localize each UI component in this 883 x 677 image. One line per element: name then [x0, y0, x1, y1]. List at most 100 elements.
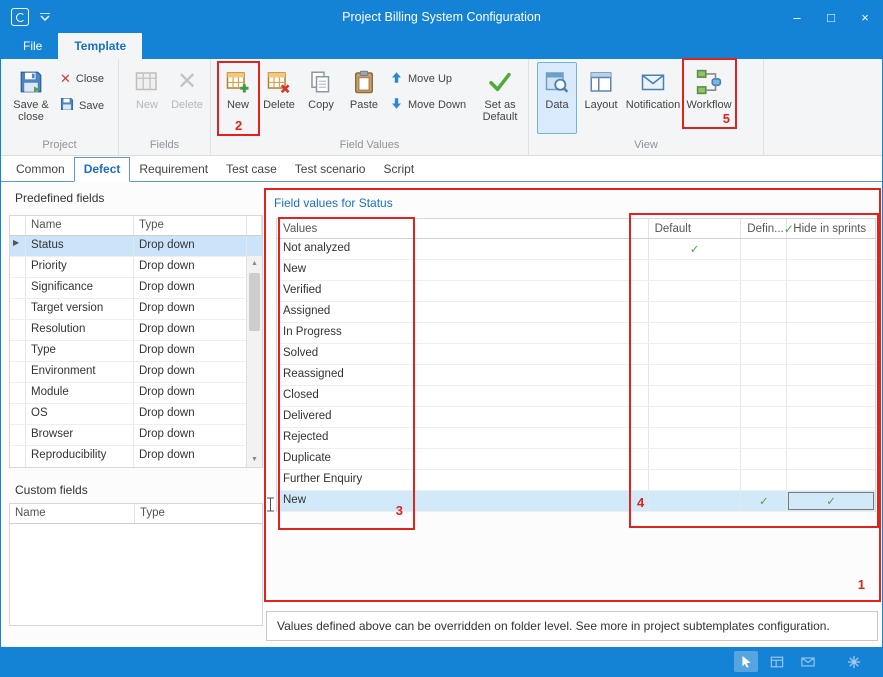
close-window-button[interactable]: ×	[848, 1, 882, 33]
view-notification-button[interactable]: Notification	[625, 62, 681, 134]
paste-button[interactable]: Paste	[343, 62, 385, 134]
tab-common[interactable]: Common	[7, 158, 74, 181]
column-header-values[interactable]: Values	[277, 219, 649, 238]
column-header-name[interactable]: Name	[26, 216, 134, 235]
field-values-new-button[interactable]: New	[219, 62, 257, 134]
column-header-hide-in-sprints[interactable]: Hide in sprints	[787, 219, 875, 238]
save-and-close-button[interactable]: Save & close	[7, 62, 55, 134]
workflow-spinner-icon[interactable]	[842, 651, 866, 672]
field-row[interactable]: ResolutionDrop down	[10, 320, 262, 341]
field-row[interactable]: TypeDrop down	[10, 341, 262, 362]
app-icon	[11, 8, 29, 26]
minimize-button[interactable]: –	[780, 1, 814, 33]
view-layout-button[interactable]: Layout	[579, 62, 623, 134]
tab-requirement[interactable]: Requirement	[130, 158, 217, 181]
delete-field-icon: ✕	[177, 68, 197, 96]
group-label-field-values: Field Values	[211, 137, 528, 155]
value-row[interactable]: Reassigned	[277, 365, 875, 386]
predefined-table-scrollbar[interactable]: ▲ ▼	[246, 256, 262, 467]
move-up-button[interactable]: Move Up	[387, 70, 473, 88]
field-row[interactable]: Target versionDrop down	[10, 299, 262, 320]
quick-access-chevron-icon[interactable]	[39, 13, 51, 21]
save-button[interactable]: Save	[57, 96, 115, 115]
value-row[interactable]: Further Enquiry	[277, 470, 875, 491]
column-header-type[interactable]: Type	[135, 504, 262, 523]
value-row[interactable]: Assigned	[277, 302, 875, 323]
value-row[interactable]: Not analyzed✓	[277, 239, 875, 260]
field-row[interactable]: EnvironmentDrop down	[10, 362, 262, 383]
delete-value-icon	[267, 68, 291, 96]
view-data-button[interactable]: Data	[537, 62, 577, 134]
fields-delete-button[interactable]: ✕ Delete	[167, 62, 207, 134]
field-row[interactable]: OSDrop down	[10, 404, 262, 425]
field-row[interactable]: ReproducibilityDrop down	[10, 446, 262, 467]
data-view-icon	[545, 68, 569, 96]
value-row[interactable]: Closed	[277, 386, 875, 407]
field-values-delete-button[interactable]: Delete	[259, 62, 299, 134]
field-row[interactable]: SignificanceDrop down	[10, 278, 262, 299]
field-row-status[interactable]: ▶ Status Drop down	[10, 236, 262, 257]
workflow-icon	[696, 68, 722, 96]
move-down-button[interactable]: Move Down	[387, 96, 473, 114]
maximize-button[interactable]: □	[814, 1, 848, 33]
column-header-default[interactable]: Default	[649, 219, 742, 238]
template-section-tabs: Common Defect Requirement Test case Test…	[1, 156, 882, 182]
value-row[interactable]: Duplicate	[277, 449, 875, 470]
tab-test-scenario[interactable]: Test scenario	[286, 158, 375, 181]
custom-fields-table: Name Type	[9, 503, 263, 626]
value-row[interactable]: Verified	[277, 281, 875, 302]
row-indicator-header	[10, 216, 26, 235]
save-icon	[60, 97, 74, 114]
layout-panel-icon[interactable]	[765, 651, 789, 672]
value-row[interactable]: New	[277, 260, 875, 281]
scroll-down-icon[interactable]: ▼	[247, 452, 262, 467]
field-row[interactable]: PriorityDrop down	[10, 257, 262, 278]
ribbon-tab-file[interactable]: File	[7, 33, 58, 59]
value-row[interactable]: Solved	[277, 344, 875, 365]
layout-view-icon	[589, 68, 613, 96]
set-as-default-button[interactable]: Set as Default	[475, 62, 525, 134]
value-row[interactable]: In Progress	[277, 323, 875, 344]
value-row[interactable]: Rejected	[277, 428, 875, 449]
pointer-mode-icon[interactable]	[734, 651, 758, 672]
group-label-view: View	[529, 137, 763, 155]
override-note: Values defined above can be overridden o…	[266, 611, 878, 641]
column-header-type[interactable]: Type	[134, 216, 247, 235]
field-values-grid: Values Default Defin...✓ Hide in sprints…	[276, 218, 876, 512]
text-cursor-icon	[266, 497, 275, 515]
custom-fields-label: Custom fields	[15, 483, 88, 497]
mail-status-icon[interactable]	[796, 651, 820, 672]
copy-button[interactable]: Copy	[301, 62, 341, 134]
tab-test-case[interactable]: Test case	[217, 158, 286, 181]
column-header-name[interactable]: Name	[10, 504, 135, 523]
ribbon-tab-template[interactable]: Template	[58, 33, 142, 59]
tab-script[interactable]: Script	[374, 158, 423, 181]
field-row[interactable]: BrowserDrop down	[10, 425, 262, 446]
field-row[interactable]: ModuleDrop down	[10, 383, 262, 404]
view-workflow-button[interactable]: Workflow	[683, 62, 735, 134]
group-label-fields: Fields	[119, 137, 210, 155]
close-icon: ✕	[60, 71, 71, 87]
current-row-indicator-icon: ▶	[10, 236, 26, 256]
focused-cell[interactable]: ✓	[787, 491, 875, 511]
titlebar: Project Billing System Configuration – □…	[1, 1, 882, 33]
ribbon-group-project: Save & close ✕ Close Save Project	[1, 59, 119, 155]
column-header-defined[interactable]: Defin...✓	[741, 219, 787, 238]
move-down-icon	[390, 97, 403, 113]
field-values-title: Field values for Status	[274, 196, 393, 210]
scroll-up-icon[interactable]: ▲	[247, 256, 262, 271]
scrollbar-thumb[interactable]	[249, 273, 260, 331]
window-title: Project Billing System Configuration	[1, 10, 882, 24]
ribbon-group-view: Data Layout Notification	[529, 59, 764, 155]
value-row[interactable]: Delivered	[277, 407, 875, 428]
value-row-editing[interactable]: New✓✓	[277, 491, 875, 512]
ribbon-group-fields: New ✕ Delete Fields	[119, 59, 211, 155]
ribbon: Save & close ✕ Close Save Project	[1, 59, 882, 156]
tab-defect[interactable]: Defect	[74, 157, 131, 182]
app-window: Project Billing System Configuration – □…	[0, 0, 883, 677]
group-label-project: Project	[1, 137, 118, 155]
close-button[interactable]: ✕ Close	[57, 70, 115, 88]
predefined-fields-label: Predefined fields	[15, 191, 104, 205]
paste-icon	[352, 68, 376, 96]
fields-new-button[interactable]: New	[129, 62, 165, 134]
